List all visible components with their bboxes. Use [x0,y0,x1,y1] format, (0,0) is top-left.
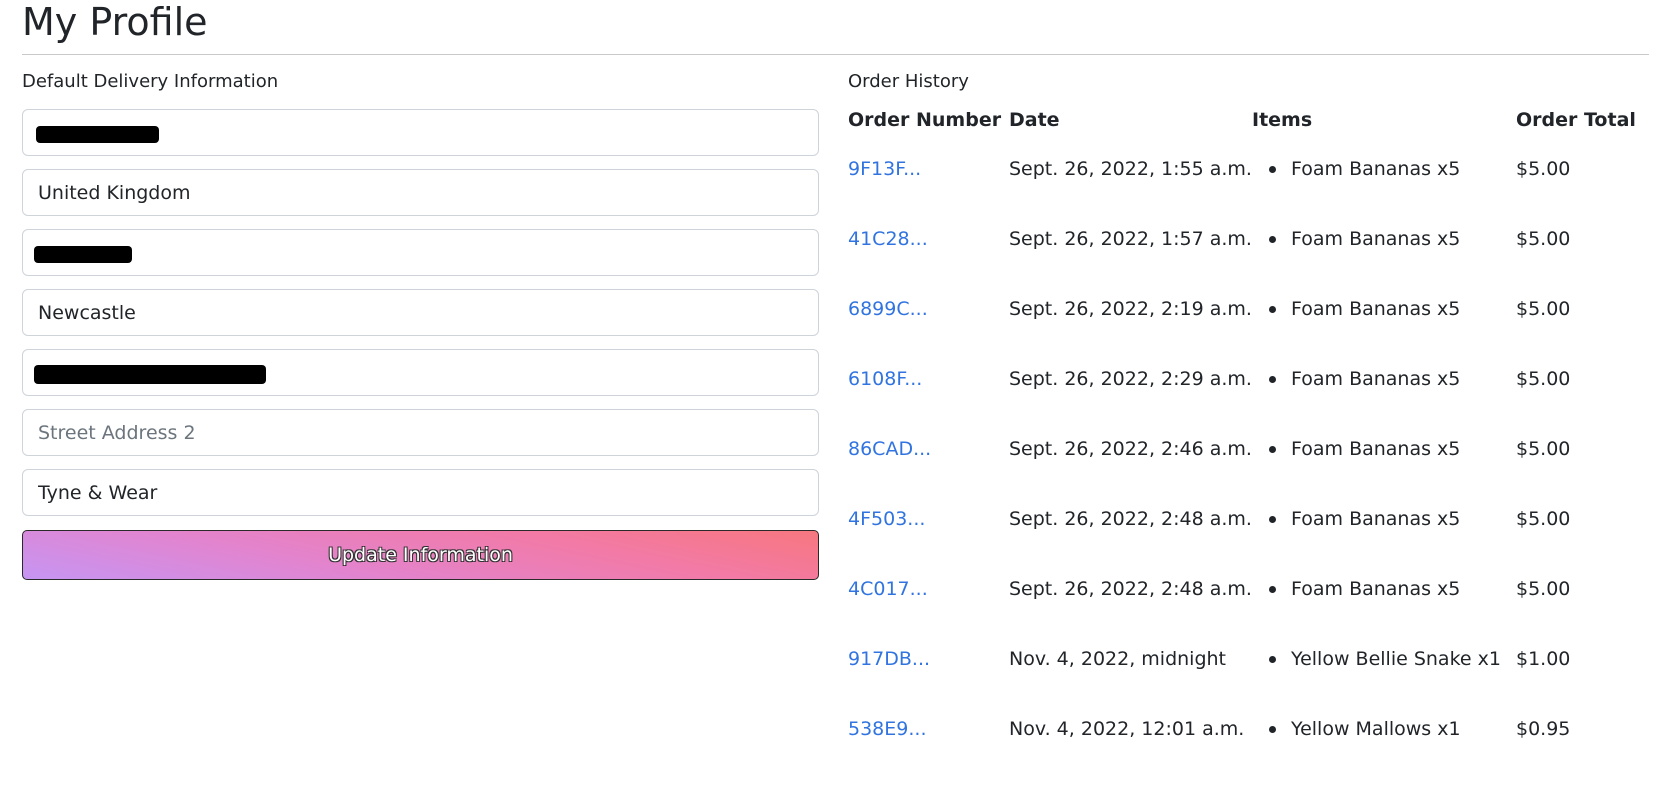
order-number-link[interactable]: 4F503... [848,505,925,533]
table-row: 4F503... Sept. 26, 2022, 2:48 a.m. Foam Ba… [848,505,1649,575]
table-row: 9F13F... Sept. 26, 2022, 1:55 a.m. Foam Ba… [848,155,1649,225]
table-row: 917DB... Nov. 4, 2022, midnight Yellow Bel… [848,645,1649,715]
column-header-date: Date [1009,109,1060,131]
order-number-link[interactable]: 4C017... [848,575,928,603]
table-row: 4C017... Sept. 26, 2022, 2:48 a.m. Foam Ba… [848,575,1649,645]
list-bullet-icon [1269,376,1276,383]
order-history-heading: Order History [848,71,969,92]
page-title: My Profile [22,0,208,44]
town-or-city-field[interactable] [22,289,819,336]
list-bullet-icon [1269,166,1276,173]
order-item: Foam Bananas x5 [1291,368,1461,390]
order-date: Sept. 26, 2022, 2:29 a.m. [1009,368,1252,390]
list-bullet-icon [1269,726,1276,733]
order-item: Foam Bananas x5 [1291,438,1461,460]
full-name-field[interactable] [22,109,819,156]
order-date: Sept. 26, 2022, 2:48 a.m. [1009,578,1252,600]
list-bullet-icon [1269,516,1276,523]
country-field[interactable] [22,169,819,216]
order-number-link[interactable]: 6899C... [848,295,928,323]
order-number-link[interactable]: 86CAD... [848,435,931,463]
table-row: 6899C... Sept. 26, 2022, 2:19 a.m. Foam Ba… [848,295,1649,365]
order-total: $5.00 [1516,158,1571,180]
county-field[interactable] [22,469,819,516]
list-bullet-icon [1269,236,1276,243]
order-date: Sept. 26, 2022, 2:46 a.m. [1009,438,1252,460]
order-date: Nov. 4, 2022, 12:01 a.m. [1009,718,1245,740]
order-number-link[interactable]: 41C28... [848,225,928,253]
table-row: 538E9... Nov. 4, 2022, 12:01 a.m. Yellow M… [848,715,1649,785]
list-bullet-icon [1269,586,1276,593]
order-date: Sept. 26, 2022, 1:55 a.m. [1009,158,1252,180]
list-bullet-icon [1269,656,1276,663]
delivery-heading: Default Delivery Information [22,71,279,92]
order-item: Foam Bananas x5 [1291,508,1461,530]
order-total: $5.00 [1516,298,1571,320]
order-date: Sept. 26, 2022, 2:48 a.m. [1009,508,1252,530]
order-item: Foam Bananas x5 [1291,298,1461,320]
order-date: Sept. 26, 2022, 1:57 a.m. [1009,228,1252,250]
order-item: Yellow Mallows x1 [1291,718,1461,740]
order-item: Foam Bananas x5 [1291,228,1461,250]
order-number-link[interactable]: 538E9... [848,715,926,743]
column-header-order-total: Order Total [1516,109,1636,131]
order-total: $1.00 [1516,648,1571,670]
order-item: Foam Bananas x5 [1291,578,1461,600]
order-number-link[interactable]: 917DB... [848,645,930,673]
order-date: Nov. 4, 2022, midnight [1009,648,1227,670]
update-information-button[interactable]: Update Information [22,530,819,580]
order-total: $5.00 [1516,578,1571,600]
table-row: 6108F... Sept. 26, 2022, 2:29 a.m. Foam Ba… [848,365,1649,435]
delivery-form: Default Delivery Information Update Info… [22,66,819,580]
order-total: $5.00 [1516,438,1571,460]
street-address-1-field[interactable] [22,349,819,396]
title-divider [22,54,1649,55]
order-total: $5.00 [1516,368,1571,390]
order-item: Foam Bananas x5 [1291,158,1461,180]
order-total: $5.00 [1516,228,1571,250]
column-header-items: Items [1252,109,1313,131]
street-address-2-field[interactable] [22,409,819,456]
table-row: 86CAD... Sept. 26, 2022, 2:46 a.m. Foam Ba… [848,435,1649,505]
order-total: $0.95 [1516,718,1571,740]
order-number-link[interactable]: 9F13F... [848,155,921,183]
order-history: Order History Order Number Date Items Or… [848,66,1649,740]
postcode-field[interactable] [22,229,819,276]
order-number-link[interactable]: 6108F... [848,365,922,393]
table-row: 41C28... Sept. 26, 2022, 1:57 a.m. Foam Ba… [848,225,1649,295]
order-date: Sept. 26, 2022, 2:19 a.m. [1009,298,1252,320]
column-header-order-number: Order Number [848,109,1002,131]
list-bullet-icon [1269,446,1276,453]
order-total: $5.00 [1516,508,1571,530]
order-item: Yellow Bellie Snake x1 [1291,648,1501,670]
list-bullet-icon [1269,306,1276,313]
